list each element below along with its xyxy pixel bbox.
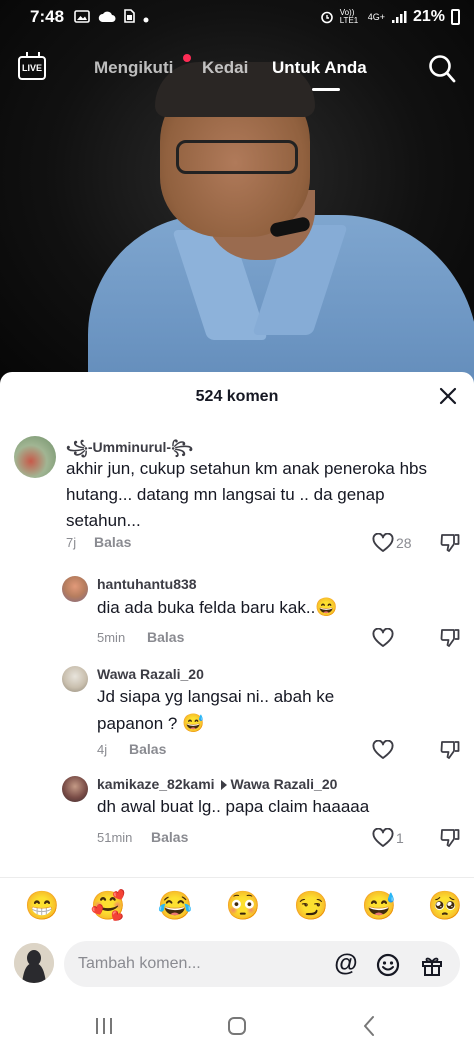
reply-button[interactable]: Balas — [94, 534, 131, 550]
reply-item: hantuhantu838 dia ada buka felda baru ka… — [0, 574, 474, 654]
dislike-icon[interactable] — [440, 828, 460, 848]
at-icon[interactable]: @ — [334, 952, 358, 977]
system-navigation-bar — [0, 1002, 474, 1053]
status-notification-icons — [74, 8, 149, 26]
live-icon[interactable]: LIVE — [18, 56, 46, 80]
battery-percent: 21% — [412, 8, 445, 25]
emoji-button[interactable]: 😳 — [225, 888, 261, 924]
signal-icon — [391, 11, 407, 23]
comment-username[interactable]: hantuhantu838 — [97, 576, 197, 592]
recents-icon[interactable] — [92, 1014, 116, 1038]
emoji-button[interactable]: 😅 — [361, 888, 397, 924]
emoji-button[interactable]: 😂 — [157, 888, 193, 924]
dislike-icon[interactable] — [440, 533, 460, 553]
heart-icon[interactable] — [372, 740, 394, 760]
home-icon[interactable] — [225, 1014, 249, 1038]
heart-icon[interactable] — [372, 828, 394, 848]
back-icon[interactable] — [358, 1014, 382, 1038]
like-count: 28 — [396, 535, 412, 551]
comment-time: 51min — [97, 830, 133, 845]
gift-icon[interactable] — [420, 953, 444, 977]
emoji-icon[interactable] — [376, 953, 400, 977]
comment-username[interactable]: kamikaze_82kami — [97, 776, 215, 792]
avatar[interactable] — [62, 576, 88, 602]
dot-icon — [143, 17, 149, 22]
search-icon[interactable] — [428, 54, 456, 84]
reply-to-username[interactable]: Wawa Razali_20 — [231, 776, 338, 792]
comment-input-row: @ — [0, 937, 474, 997]
comment-text: Jd siapa yg langsai ni.. abah ke papanon… — [97, 684, 397, 737]
avatar[interactable] — [14, 436, 56, 478]
close-icon[interactable] — [438, 386, 458, 406]
4g-lte-icon: 4G+ — [367, 12, 385, 22]
avatar-figure-icon — [14, 943, 54, 983]
tab-untuk-anda[interactable]: Untuk Anda — [272, 58, 367, 78]
my-avatar — [14, 943, 54, 983]
heart-icon[interactable] — [372, 533, 394, 553]
comment-input-box[interactable]: @ — [64, 941, 460, 987]
battery-icon — [451, 9, 460, 25]
reply-button[interactable]: Balas — [129, 741, 166, 757]
dislike-icon[interactable] — [440, 628, 460, 648]
reply-arrow-icon — [220, 780, 227, 791]
avatar[interactable] — [62, 776, 88, 802]
comments-count-title: 524 komen — [195, 388, 279, 405]
dislike-icon[interactable] — [440, 740, 460, 760]
sim-icon — [124, 8, 136, 23]
emoji-button[interactable]: 😏 — [293, 888, 329, 924]
status-time: 7:48 — [30, 7, 65, 26]
reply-button[interactable]: Balas — [151, 829, 188, 845]
like-count: 1 — [396, 830, 404, 846]
comment-text-body: dia ada buka felda baru kak.. — [97, 598, 316, 617]
volte-icon: Vo)) LTE1 — [339, 8, 359, 25]
comment-username-thread: kamikaze_82kami Wawa Razali_20 — [97, 776, 337, 792]
reply-item: Wawa Razali_20 Jd siapa yg langsai ni.. … — [0, 664, 474, 764]
comment-item: ꧁-Umminurul-꧂ akhir jun, cukup setahun k… — [0, 434, 474, 564]
video-person-glasses — [176, 140, 298, 174]
active-tab-indicator — [312, 88, 340, 91]
reply-item: kamikaze_82kami Wawa Razali_20 dh awal bu… — [0, 774, 474, 864]
comment-input[interactable] — [78, 941, 328, 987]
avatar[interactable] — [62, 666, 88, 692]
status-right: Vo)) LTE1 4G+ 21% — [320, 8, 460, 26]
comment-text: dia ada buka felda baru kak..😄 — [97, 594, 437, 621]
comment-username[interactable]: Wawa Razali_20 — [97, 666, 204, 682]
comment-emoji: 😅 — [182, 713, 205, 733]
tab-kedai[interactable]: Kedai — [202, 58, 248, 78]
emoji-button[interactable]: 😁 — [24, 888, 60, 924]
top-nav: LIVE Mengikuti Kedai Untuk Anda — [0, 48, 474, 92]
emoji-quick-bar: 😁 🥰 😂 😳 😏 😅 🥺 — [0, 877, 474, 935]
status-bar: 7:48 Vo)) LTE1 4G+ 21% — [0, 0, 474, 34]
comment-text: akhir jun, cukup setahun km anak penerok… — [66, 459, 428, 530]
video-player[interactable]: 7:48 Vo)) LTE1 4G+ 21% LIVE Mengikuti Ke… — [0, 0, 474, 385]
comment-time: 7j — [66, 535, 77, 550]
alarm-icon — [320, 11, 333, 24]
comment-emoji: 😄 — [315, 597, 338, 617]
comment-time: 4j — [97, 742, 108, 757]
comment-text-body: Jd siapa yg langsai ni.. abah ke papanon… — [97, 687, 335, 733]
reply-button[interactable]: Balas — [147, 629, 184, 645]
image-icon — [74, 9, 90, 23]
emoji-button[interactable]: 🥺 — [427, 888, 463, 924]
cloud-icon — [98, 11, 116, 22]
tab-mengikuti[interactable]: Mengikuti — [94, 58, 173, 78]
emoji-button[interactable]: 🥰 — [90, 888, 126, 924]
comments-sheet: 524 komen ꧁-Umminurul-꧂ akhir jun, cukup… — [0, 372, 474, 1053]
comment-time: 5min — [97, 630, 126, 645]
heart-icon[interactable] — [372, 628, 394, 648]
comment-text: dh awal buat lg.. papa claim haaaaa — [97, 797, 370, 816]
notification-dot — [183, 54, 191, 62]
